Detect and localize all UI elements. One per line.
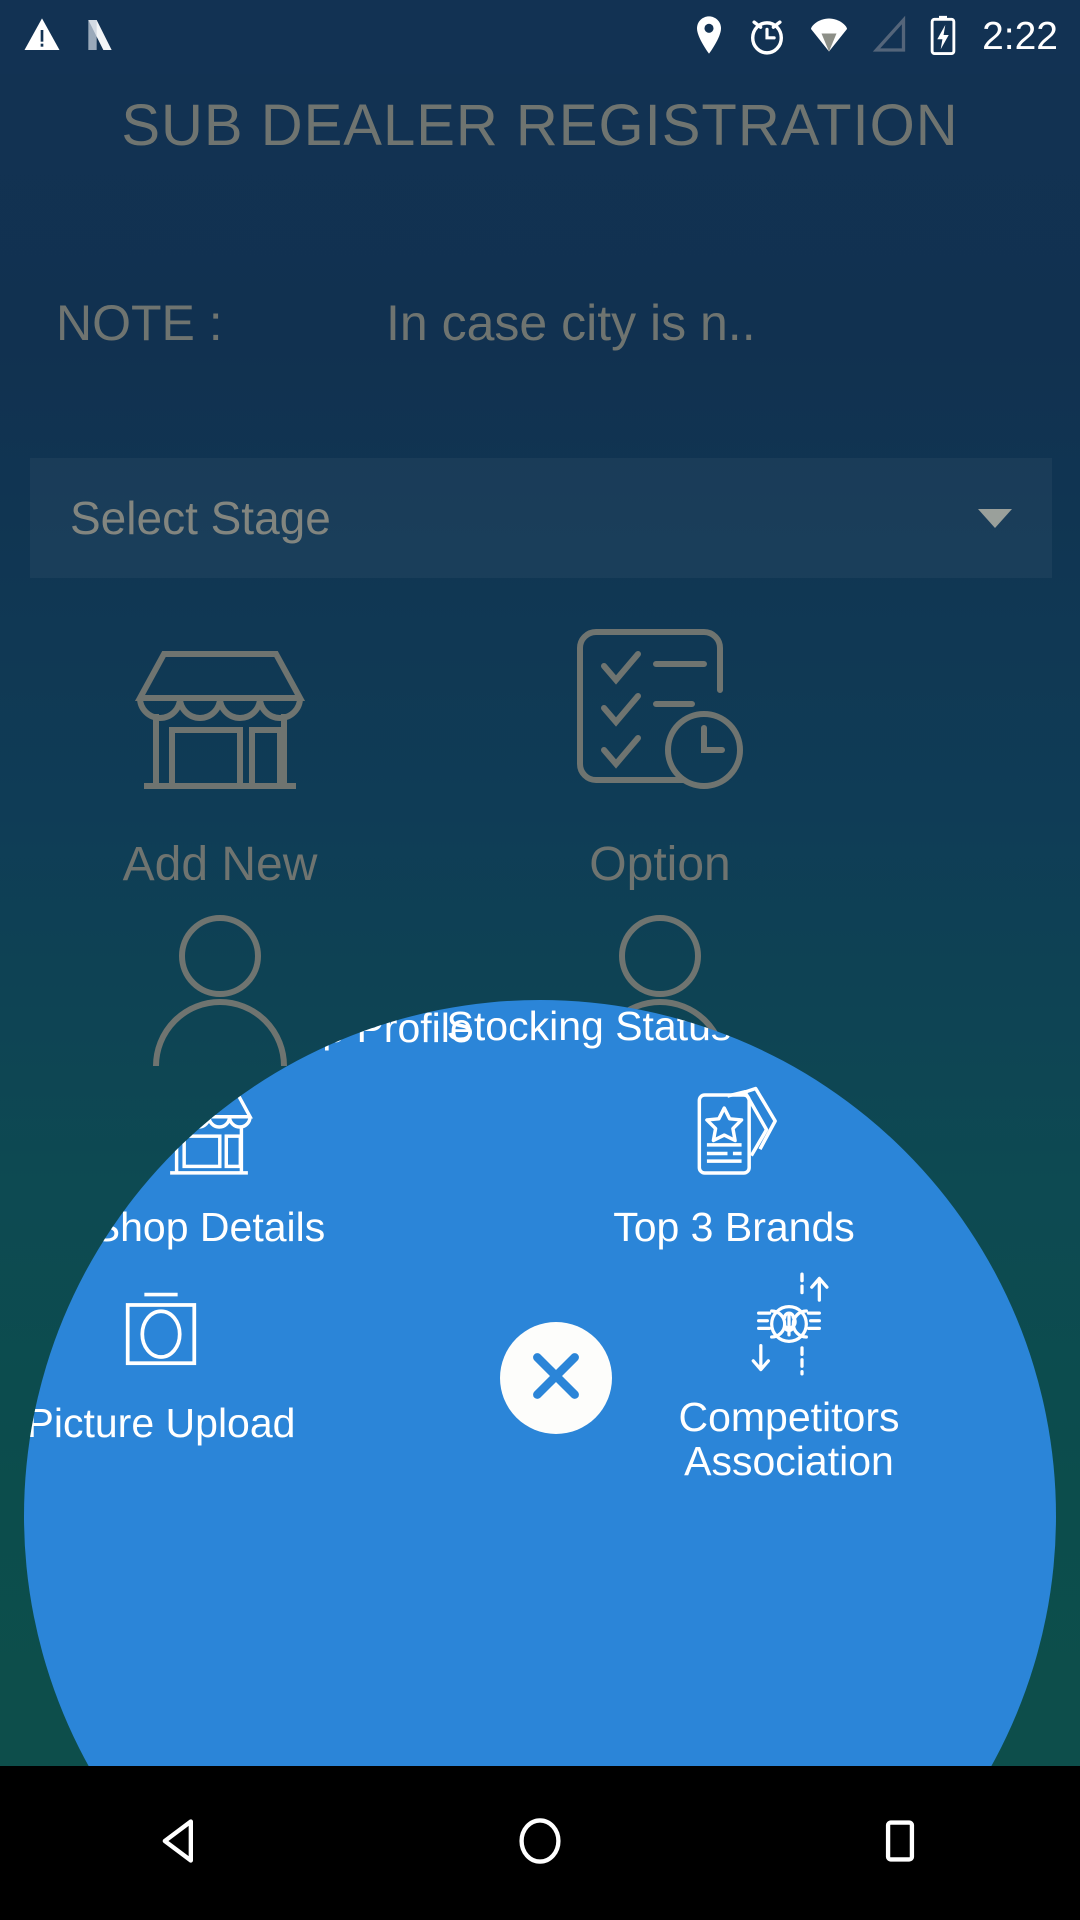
radial-item-picture-upload[interactable]: Picture Upload	[24, 1282, 316, 1445]
radial-item-label: Stocking Status	[446, 1003, 732, 1049]
close-x-icon	[524, 1344, 588, 1413]
signal-bars-icon	[872, 15, 908, 60]
radial-item-label: Competitors Association	[678, 1394, 900, 1485]
radial-item-top-3-brands[interactable]: Top 3 Brands	[584, 1082, 884, 1249]
radial-item-competitors-association[interactable]: Competitors Association	[634, 1272, 944, 1484]
status-bar: 2:22	[0, 0, 1080, 74]
storefront-icon	[120, 610, 320, 815]
checklist-clock-icon	[560, 610, 760, 815]
warning-triangle-icon	[22, 15, 62, 60]
nav-home-button[interactable]	[450, 1766, 630, 1920]
note-text: In case city is n..	[386, 295, 756, 351]
circle-home-icon	[514, 1815, 566, 1872]
select-stage-dropdown[interactable]: Select Stage	[30, 458, 1052, 578]
background-option-option[interactable]: Option	[440, 610, 880, 892]
nav-recents-button[interactable]	[810, 1766, 990, 1920]
android-nav-bar	[0, 1766, 1080, 1920]
wifi-icon	[808, 15, 850, 60]
status-bar-right-icons: 2:22	[692, 15, 1058, 60]
nvidia-n-icon	[80, 15, 120, 60]
nav-back-button[interactable]	[90, 1766, 270, 1920]
square-recents-icon	[874, 1815, 926, 1872]
status-bar-left-icons	[22, 15, 120, 60]
triangle-back-icon	[154, 1815, 206, 1872]
page-title: SUB DEALER REGISTRATION	[121, 93, 959, 158]
radial-item-shop-details[interactable]: Shop Details	[64, 1082, 354, 1249]
location-pin-icon	[692, 15, 726, 60]
select-stage-value: Select Stage	[70, 492, 331, 544]
radial-item-stocking-status[interactable]: Stocking Status	[424, 1000, 754, 1049]
background-option-label: Add New	[122, 838, 318, 891]
chevron-down-icon	[978, 508, 1012, 528]
note-label: NOTE :	[56, 295, 223, 351]
status-bar-clock: 2:22	[982, 15, 1058, 58]
camera-icon	[109, 1292, 213, 1386]
storefront-icon	[155, 1091, 263, 1190]
background-option-label: Option	[589, 838, 731, 891]
money-exchange-icon	[734, 1272, 844, 1380]
close-menu-button[interactable]	[500, 1322, 612, 1434]
battery-charging-icon	[930, 15, 956, 60]
star-cards-icon	[678, 1086, 790, 1190]
radial-item-label: Shop Details	[92, 1204, 326, 1250]
radial-item-label: Picture Upload	[26, 1400, 296, 1446]
alarm-clock-icon	[748, 15, 786, 60]
app-screen: 2:22 SUB DEALER REGISTRATION NOTE : In c…	[0, 0, 1080, 1920]
note-row: NOTE : In case city is n..	[0, 294, 1080, 352]
radial-item-label: Top 3 Brands	[613, 1204, 855, 1250]
background-option-add-new[interactable]: Add New	[0, 610, 440, 892]
